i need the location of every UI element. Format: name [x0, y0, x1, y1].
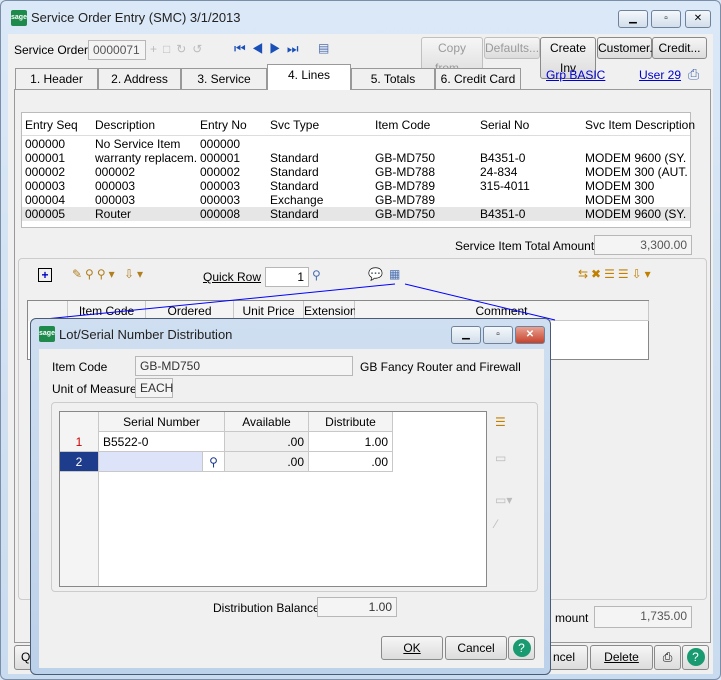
item-code-value: GB-MD750 [135, 356, 353, 376]
row-number: 2 [60, 452, 99, 472]
dialog-close-button[interactable]: ✕ [515, 326, 545, 344]
ok-button[interactable]: OK [381, 636, 443, 660]
dialog-body: Item Code GB-MD750 GB Fancy Router and F… [39, 349, 544, 668]
serial-number-cell[interactable]: B5522-0 [99, 432, 225, 452]
row-number: 1 [60, 432, 99, 452]
col-distribute[interactable]: Distribute [309, 412, 393, 432]
serial-lookup-icon[interactable]: ⚲ [203, 452, 225, 472]
serial-number-input[interactable] [99, 452, 203, 472]
disabled-dropdown-icon: ▭▾ [495, 493, 513, 507]
col-serial-number[interactable]: Serial Number [99, 412, 225, 432]
dialog-help-button[interactable]: ? [508, 636, 535, 660]
serial-grid[interactable]: Serial Number Available Distribute 1 B55… [59, 411, 487, 587]
available-cell: .00 [225, 432, 309, 452]
distribute-cell[interactable]: .00 [309, 452, 393, 472]
uom-value: EACH [135, 378, 173, 398]
distribution-balance-value: 1.00 [317, 597, 397, 617]
dialog-minimize-button[interactable]: ▁ [451, 326, 481, 344]
item-code-label: Item Code [52, 360, 108, 374]
auto-distribute-icon[interactable]: ☰ [495, 415, 506, 429]
col-available[interactable]: Available [225, 412, 309, 432]
help-button[interactable]: ? [682, 645, 709, 670]
dialog-title: Lot/Serial Number Distribution [59, 327, 233, 342]
print-button[interactable]: ⎙ [654, 645, 681, 670]
lines-total-label: mount [555, 611, 589, 625]
available-cell: .00 [225, 452, 309, 472]
help-icon: ? [686, 648, 705, 666]
dialog-cancel-button[interactable]: Cancel [445, 636, 507, 660]
lot-serial-dialog: sage Lot/Serial Number Distribution ▁ ▫ … [30, 318, 551, 675]
distribute-cell[interactable]: 1.00 [309, 432, 393, 452]
disabled-icon: ▭ [495, 451, 507, 465]
lines-total-value: 1,735.00 [594, 606, 692, 628]
sage-logo: sage [39, 326, 55, 342]
disabled-icon: ⁄ [495, 517, 498, 531]
distribution-balance-label: Distribution Balance [213, 601, 320, 615]
link-lines [34, 283, 556, 321]
uom-label: Unit of Measure [52, 382, 137, 396]
help-icon: ? [512, 639, 531, 657]
item-description: GB Fancy Router and Firewall [360, 360, 521, 374]
delete-button[interactable]: Delete [590, 645, 653, 670]
dialog-maximize-button[interactable]: ▫ [483, 326, 513, 344]
